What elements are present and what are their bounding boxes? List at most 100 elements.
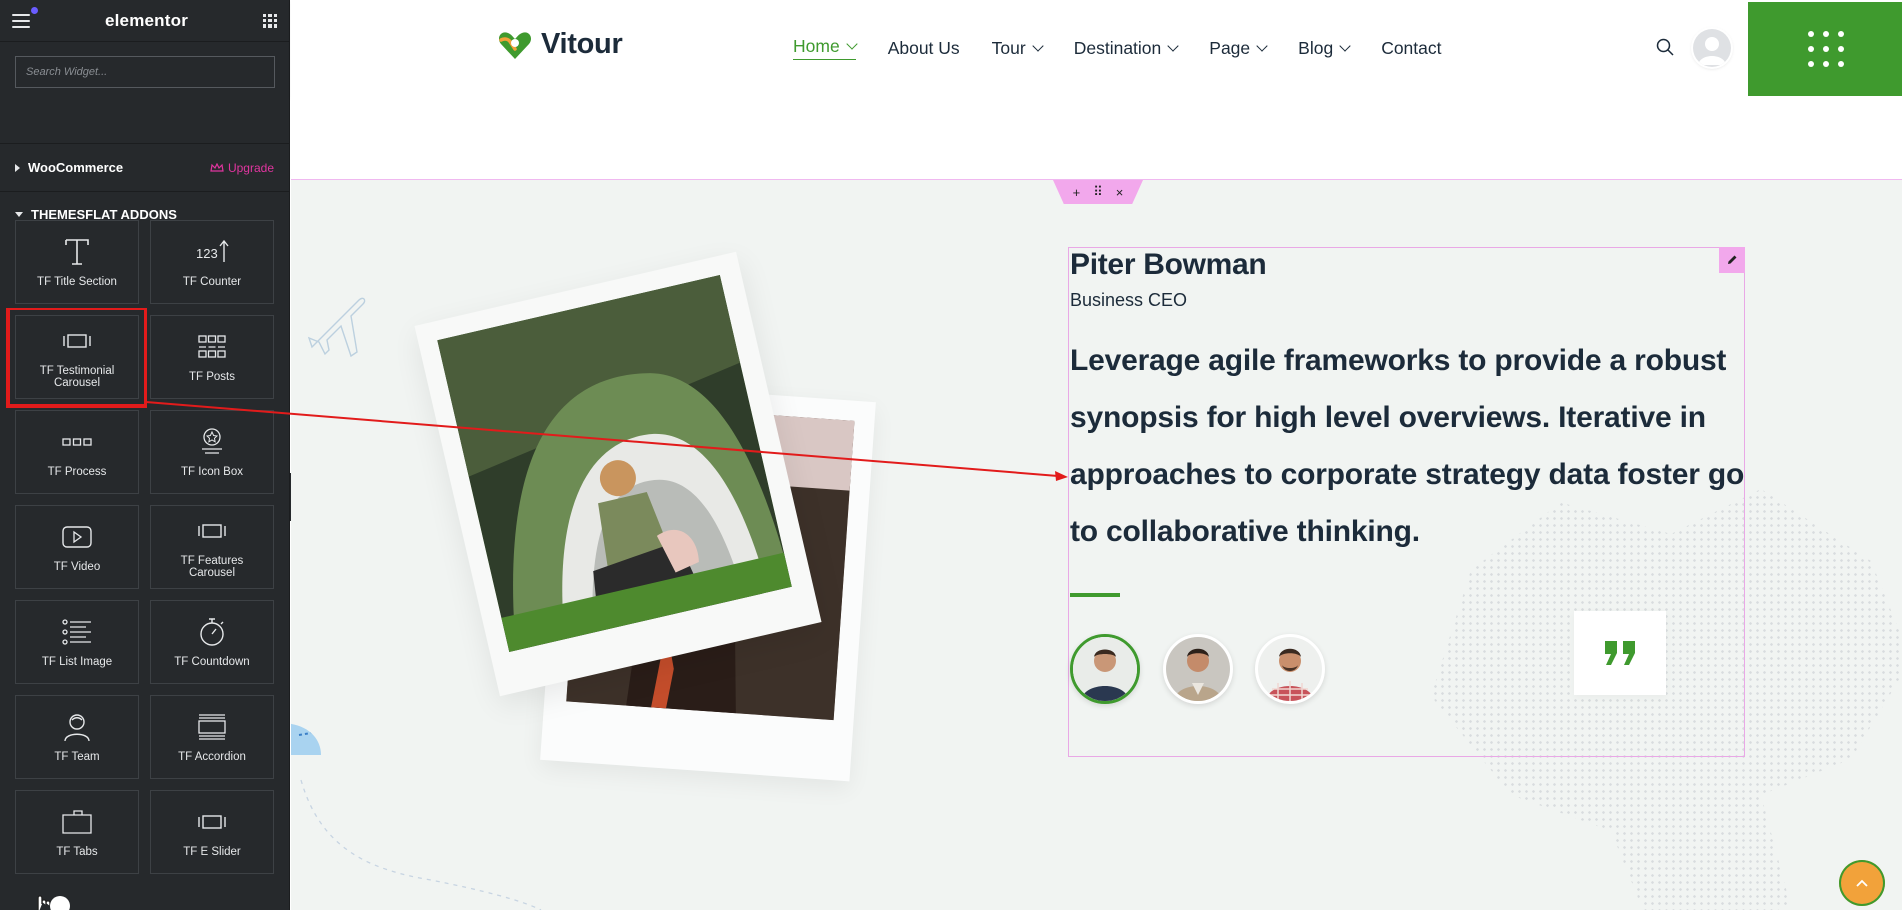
nav-item-destination[interactable]: Destination: [1073, 36, 1179, 60]
nav-label: Blog: [1298, 37, 1334, 58]
caret-down-icon: [15, 211, 23, 217]
widget-tf-icon-box[interactable]: TF Icon Box: [150, 410, 274, 494]
chevron-down-icon: [846, 38, 858, 50]
pencil-icon: [1728, 255, 1737, 264]
caret-right-icon: [15, 163, 20, 172]
widget-label: TF Testimonial Carousel: [39, 365, 115, 389]
widget-tf-list-image[interactable]: TF List Image: [15, 600, 139, 684]
testimonial-thumb-1[interactable]: [1070, 634, 1140, 704]
delete-section-button[interactable]: ×: [1116, 185, 1124, 200]
widget-label: TF List Image: [41, 656, 113, 668]
edit-widget-button[interactable]: [1719, 247, 1745, 273]
chevron-down-icon: [1256, 39, 1268, 52]
nav-item-about-us[interactable]: About Us: [888, 36, 960, 60]
widget-grid: TF Title Section 123 TF Counter TF Testi…: [8, 220, 274, 874]
offcanvas-menu-button[interactable]: [1748, 2, 1902, 96]
panel-brand: elementor: [104, 10, 189, 30]
search-area: [0, 42, 289, 144]
apps-grid-icon[interactable]: [263, 13, 277, 28]
nav-label: Contact: [1381, 37, 1442, 58]
move-section-handle[interactable]: ⠿: [1093, 184, 1103, 200]
elementor-panel: elementor WooCommerce Upgrade THEMESFLAT…: [0, 0, 290, 910]
widget-label: TF Posts: [188, 371, 235, 383]
widget-label: TF Team: [54, 751, 100, 763]
accordion-icon: [195, 711, 229, 743]
widget-search-box[interactable]: [15, 56, 275, 88]
add-section-button[interactable]: +: [1073, 185, 1081, 200]
widget-tf-e-slider[interactable]: TF E Slider: [150, 790, 274, 874]
search-icon[interactable]: [1656, 38, 1674, 56]
posts-grid-icon: [195, 331, 229, 363]
widget-label: TF Features Carousel: [180, 555, 244, 579]
widget-tf-accordion[interactable]: TF Accordion: [150, 695, 274, 779]
widget-label: TF Icon Box: [181, 466, 243, 478]
hamburger-menu-icon[interactable]: [12, 6, 38, 28]
widget-label: TF E Slider: [183, 846, 241, 858]
icon-box-icon: [195, 426, 229, 458]
quote-mark-card: [1574, 611, 1666, 695]
widget-label: TF Tabs: [56, 846, 98, 858]
nav-item-blog[interactable]: Blog: [1298, 36, 1351, 60]
heart-logo-icon: [498, 31, 532, 59]
chevron-up-icon: [1856, 879, 1868, 887]
testimonial-thumb-3[interactable]: [1255, 634, 1325, 704]
testimonial-name: Piter Bowman: [1070, 248, 1267, 281]
list-icon: [60, 616, 94, 648]
site-logo[interactable]: Vitour: [497, 28, 623, 61]
scroll-to-top-button[interactable]: [1839, 860, 1885, 906]
process-icon: [60, 426, 94, 458]
widget-label: TF Process: [47, 466, 107, 478]
tabs-icon: [60, 806, 94, 838]
video-icon: [60, 521, 94, 553]
nav-label: Destination: [1073, 37, 1162, 58]
upgrade-link[interactable]: Upgrade: [210, 161, 274, 175]
avatar-man-3: [1258, 637, 1322, 701]
editor-window: { "sidebar": { "brand": "elementor", "se…: [0, 0, 1902, 910]
widget-tf-team[interactable]: TF Team: [15, 695, 139, 779]
widget-tf-posts[interactable]: TF Posts: [150, 315, 274, 399]
main-nav: Home About Us Tour Destination Page Blog…: [793, 36, 1442, 60]
widget-tf-counter[interactable]: 123 TF Counter: [150, 220, 274, 304]
nav-item-home[interactable]: Home: [793, 36, 858, 60]
widget-tf-tabs[interactable]: TF Tabs: [15, 790, 139, 874]
user-avatar[interactable]: [1693, 29, 1731, 67]
carousel-icon: [60, 325, 94, 357]
widget-tf-features-carousel[interactable]: TF Features Carousel: [150, 505, 274, 589]
notification-dot: [31, 6, 38, 14]
nav-label: About Us: [887, 37, 960, 58]
person-icon: [60, 711, 94, 743]
upgrade-label: Upgrade: [227, 160, 274, 175]
nav-label: Tour: [991, 37, 1026, 58]
nav-item-page[interactable]: Page: [1209, 36, 1268, 60]
panel-header: elementor: [0, 0, 289, 42]
widget-label: TF Countdown: [174, 656, 250, 668]
nav-item-tour[interactable]: Tour: [991, 36, 1044, 60]
accent-divider: [1070, 593, 1120, 597]
widget-tf-title-section[interactable]: TF Title Section: [15, 220, 139, 304]
widget-tf-testimonial-carousel[interactable]: TF Testimonial Carousel: [8, 308, 146, 406]
airplane-outline-icon: [307, 297, 366, 358]
widget-tf-video[interactable]: TF Video: [15, 505, 139, 589]
hand-cursor-icon: [37, 895, 70, 910]
carousel-icon: [195, 515, 229, 547]
section-handle: + ⠿ ×: [1053, 180, 1143, 204]
widget-label: TF Video: [53, 561, 101, 573]
testimonial-role: Business CEO: [1070, 290, 1188, 310]
testimonial-thumb-2[interactable]: [1163, 634, 1233, 704]
nav-label: Home: [793, 36, 840, 56]
stopwatch-icon: [195, 616, 229, 648]
dashed-path-decoration: [300, 779, 542, 910]
widget-label: TF Counter: [182, 276, 242, 288]
avatar-man-2: [1166, 637, 1230, 701]
nav-item-contact[interactable]: Contact: [1381, 36, 1441, 60]
svg-text:123: 123: [196, 246, 218, 261]
chevron-down-icon: [1032, 39, 1044, 52]
testimonial-widget[interactable]: Piter Bowman Business CEO Leverage agile…: [1068, 247, 1745, 757]
widget-search-input[interactable]: [26, 66, 264, 78]
category-woocommerce[interactable]: WooCommerce Upgrade: [0, 144, 289, 192]
widget-tf-process[interactable]: TF Process: [15, 410, 139, 494]
user-silhouette-icon: [1698, 37, 1726, 65]
widget-label: TF Accordion: [178, 751, 246, 763]
site-header: Vitour Home About Us Tour Destination Pa…: [291, 0, 1902, 97]
widget-tf-countdown[interactable]: TF Countdown: [150, 600, 274, 684]
